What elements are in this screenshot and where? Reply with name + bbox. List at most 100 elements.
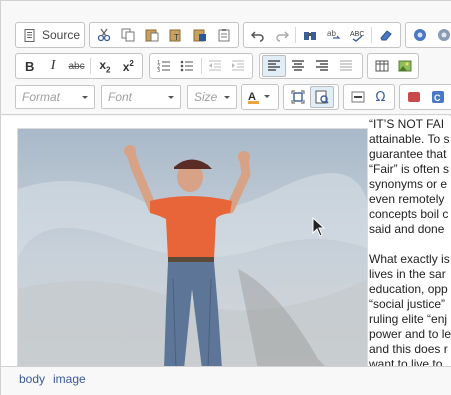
bullet-list-button[interactable]: [175, 55, 198, 77]
text-line: said and done: [369, 222, 445, 236]
code-snippet-button[interactable]: C: [426, 86, 450, 108]
replace-icon: ab: [327, 29, 341, 39]
justify-icon: [340, 60, 352, 71]
paste-text-icon: T: [169, 29, 181, 42]
replace-button[interactable]: ab: [322, 24, 346, 46]
italic-icon: I: [50, 58, 56, 73]
numbered-list-button[interactable]: 123: [152, 55, 175, 77]
find-button[interactable]: [298, 24, 322, 46]
paste-special-button[interactable]: [212, 24, 236, 46]
superscript-button[interactable]: x2: [117, 55, 140, 77]
chevron-down-icon: [168, 96, 174, 99]
bold-icon: B: [25, 58, 35, 74]
code-snippet-icon: C: [432, 91, 444, 103]
image-button[interactable]: [393, 55, 416, 77]
plugins-group: C: [399, 84, 451, 110]
redo-button[interactable]: [270, 24, 294, 46]
eraser-icon: [380, 30, 392, 41]
bullet-list-icon: [180, 60, 193, 72]
paste-button[interactable]: [140, 24, 164, 46]
indent-icon: [232, 60, 245, 71]
size-placeholder: Size: [194, 90, 218, 104]
source-group: Source: [15, 22, 85, 48]
font-placeholder: Font: [108, 90, 133, 104]
cut-button[interactable]: [92, 24, 116, 46]
chevron-down-icon: [82, 96, 88, 99]
special-char-button[interactable]: Ω: [369, 86, 392, 108]
text-line: What exactly is: [369, 252, 450, 266]
tools-group: [283, 84, 339, 110]
bold-button[interactable]: B: [18, 55, 41, 77]
text-line: ruling elite “enj: [369, 312, 448, 326]
align-center-button[interactable]: [286, 55, 310, 77]
iframe-button[interactable]: [432, 24, 451, 46]
size-dropdown[interactable]: Size: [187, 85, 237, 109]
align-center-icon: [292, 60, 304, 71]
breadcrumb-image[interactable]: image: [51, 372, 88, 386]
source-button[interactable]: Source: [18, 24, 86, 46]
text-line: want to live to: [369, 357, 443, 366]
redo-icon: [275, 31, 289, 42]
chevron-down-icon: [224, 96, 230, 99]
toolbar: Source T ab ABC B I abc x2 x2 1 2 3 Form…: [1, 1, 451, 115]
element-path-bar: body image: [1, 366, 451, 395]
spellcheck-button[interactable]: ABC: [346, 24, 370, 46]
text-line: guarantee that: [369, 147, 447, 161]
svg-text:3: 3: [157, 68, 160, 73]
editor-content[interactable]: “IT’S NOT FAI attainable. To s guarantee…: [1, 116, 451, 366]
undo-button[interactable]: [246, 24, 270, 46]
clipboard-group: T: [89, 22, 239, 48]
align-left-button[interactable]: [262, 55, 286, 77]
separator: [200, 58, 202, 74]
maximize-button[interactable]: [286, 86, 310, 108]
mouse-cursor-icon: [312, 217, 326, 237]
align-right-button[interactable]: [310, 55, 334, 77]
flash-button[interactable]: [408, 24, 432, 46]
document-icon: [24, 28, 35, 42]
outdent-button[interactable]: [203, 55, 226, 77]
svg-text:T: T: [174, 33, 179, 42]
source-label: Source: [42, 28, 81, 42]
outdent-icon: [209, 60, 222, 71]
text-line: synonyms or e: [369, 177, 448, 191]
template-button[interactable]: [402, 86, 426, 108]
clipboard-icon: [145, 29, 159, 42]
text-color-button[interactable]: A: [244, 86, 276, 108]
omega-icon: Ω: [375, 89, 386, 105]
binoculars-icon: [304, 32, 317, 40]
iframe-icon: [438, 29, 450, 41]
content-image[interactable]: [17, 128, 368, 366]
format-dropdown[interactable]: Format: [15, 85, 95, 109]
strikethrough-icon: abc: [68, 60, 85, 72]
show-blocks-button[interactable]: [310, 86, 334, 108]
basic-styles-group: B I abc x2 x2: [15, 53, 143, 79]
breadcrumb-body[interactable]: body: [17, 372, 47, 386]
text-line: “Fair” is often s: [369, 162, 450, 176]
separator: [295, 27, 297, 43]
spellcheck-icon: ABC: [350, 31, 364, 42]
copy-button[interactable]: [116, 24, 140, 46]
horizontal-rule-button[interactable]: [346, 86, 369, 108]
italic-button[interactable]: I: [41, 55, 64, 77]
template-icon: [408, 92, 420, 102]
indent-button[interactable]: [227, 55, 250, 77]
text-line: “social justice”: [369, 297, 446, 311]
paste-text-button[interactable]: T: [164, 24, 188, 46]
table-button[interactable]: [370, 55, 393, 77]
strike-button[interactable]: abc: [65, 55, 88, 77]
paste-word-button[interactable]: [188, 24, 212, 46]
svg-text:ABC: ABC: [350, 31, 364, 38]
table-icon: [375, 60, 388, 72]
justify-button[interactable]: [334, 55, 358, 77]
scissors-icon: [97, 28, 111, 42]
article-paragraph-2: What exactly is lives in the sar educati…: [369, 252, 451, 366]
text-line: concepts boil c: [369, 207, 449, 221]
remove-format-button[interactable]: [374, 24, 398, 46]
article-text: “IT’S NOT FAI attainable. To s guarantee…: [369, 117, 451, 366]
font-dropdown[interactable]: Font: [101, 85, 181, 109]
align-left-icon: [268, 60, 280, 71]
rich-text-editor: Source T ab ABC B I abc x2 x2 1 2 3 Form…: [0, 0, 451, 395]
text-color-icon: A: [248, 91, 270, 104]
subscript-button[interactable]: x2: [93, 55, 116, 77]
list-group: 123: [149, 53, 253, 79]
